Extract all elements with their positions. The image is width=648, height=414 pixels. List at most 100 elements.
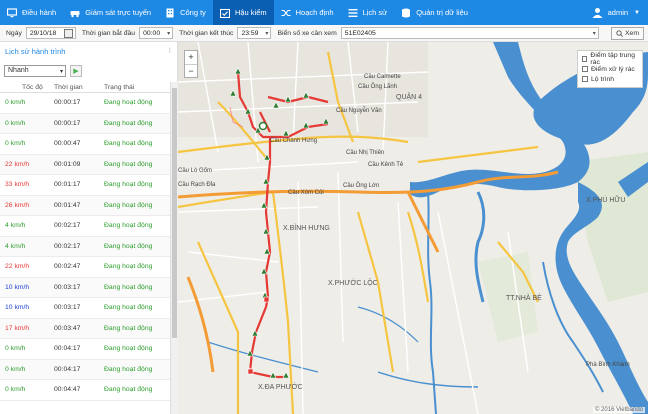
table-row[interactable]: 0 km/h 00:04:47 Đang hoạt động: [0, 380, 170, 401]
nav-lich-su[interactable]: Lịch sử: [341, 0, 395, 25]
speed-cell: 33 km/h: [5, 181, 30, 189]
time-cell: 00:01:09: [54, 160, 81, 168]
time-cell: 00:00:47: [54, 140, 81, 148]
view-button-label: Xem: [625, 30, 639, 37]
speed-cell: 26 km/h: [5, 201, 30, 209]
top-navigation: Điều hành Giám sát trực tuyến Công ty Hậ…: [0, 0, 648, 25]
view-button[interactable]: Xem: [611, 27, 644, 40]
nav-dieu-hanh[interactable]: Điều hành: [0, 0, 63, 25]
filter-bar: Ngày 29/10/18 Thời gian bắt đầu 00:00 ▾ …: [0, 25, 648, 42]
nav-label: Giám sát trực tuyến: [85, 8, 152, 17]
status-cell: Đang hoạt động: [104, 263, 153, 270]
search-icon: [616, 30, 623, 37]
username: admin: [607, 8, 629, 17]
end-time-select[interactable]: 23:59 ▾: [237, 27, 272, 39]
zoom-control: + −: [184, 50, 198, 78]
zoom-out-button[interactable]: −: [185, 64, 197, 77]
map-label: X.BÌNH HƯNG: [283, 225, 330, 232]
map-view[interactable]: QUẬN 4 Cầu Nguyễn Văn Cầu Calmette Cầu Ô…: [178, 42, 648, 414]
table-row[interactable]: 4 km/h 00:02:17 Đang hoạt động: [0, 216, 170, 237]
map-label: Cầu Ông Lớn: [343, 183, 380, 189]
start-time-select[interactable]: 00:00 ▾: [139, 27, 174, 39]
play-icon: ▶: [73, 68, 79, 75]
plate-select[interactable]: 51E02405 ▾: [340, 27, 599, 39]
time-cell: 00:01:17: [54, 181, 81, 189]
table-row[interactable]: 10 km/h 00:03:17 Đang hoạt động: [0, 298, 170, 319]
status-cell: Đang hoạt động: [104, 304, 153, 311]
status-cell: Đang hoạt động: [104, 99, 153, 106]
start-time-label: Thời gian bắt đầu: [81, 29, 136, 37]
car-icon: [70, 10, 80, 17]
speed-cell: 0 km/h: [5, 345, 26, 353]
nav-hoach-dinh[interactable]: Hoạch định: [274, 0, 341, 25]
map-label: X.ĐA PHƯỚC: [258, 384, 303, 391]
status-cell: Đang hoạt động: [104, 365, 153, 373]
nav-cong-ty[interactable]: Công ty: [158, 0, 213, 25]
speed-cell: 0 km/h: [5, 99, 26, 107]
checkbox[interactable]: [582, 56, 588, 62]
status-cell: Đang hoạt động: [104, 119, 153, 127]
nav-quan-tri[interactable]: Quản trị dữ liệu: [394, 0, 475, 25]
column-speed[interactable]: Tốc độ: [0, 82, 52, 92]
status-cell: Đang hoạt động: [104, 201, 153, 209]
nav-label: Điều hành: [22, 8, 57, 17]
map-label: Cầu Kênh Tẻ: [368, 162, 404, 168]
layer-option[interactable]: Điểm tập trung rác: [582, 52, 638, 66]
zoom-in-button[interactable]: +: [185, 51, 197, 64]
table-row[interactable]: 33 km/h 00:01:17 Đang hoạt động: [0, 175, 170, 196]
table-row[interactable]: 10 km/h 00:03:17 Đang hoạt động: [0, 277, 170, 298]
map-label: Cầu Xóm Củi: [288, 190, 324, 196]
start-time-value: 00:00: [143, 29, 161, 37]
date-field[interactable]: 29/10/18: [25, 27, 76, 39]
collapse-icon[interactable]: ⁝: [168, 46, 171, 55]
speed-cell: 0 km/h: [5, 119, 26, 127]
calendar-icon[interactable]: [63, 29, 73, 38]
map-label: X.PHƯỚC LỘC: [328, 280, 378, 287]
table-row[interactable]: 4 km/h 00:02:17 Đang hoạt động: [0, 236, 170, 257]
history-panel: Lịch sử hành trình ⁝ Nhanh ▾ ▶ Tốc độ Th…: [0, 42, 178, 414]
nav-giam-sat[interactable]: Giám sát trực tuyến: [63, 0, 158, 25]
speed-cell: 4 km/h: [5, 222, 26, 230]
chevron-down-icon: ▼: [634, 9, 640, 16]
table-scrollbar[interactable]: [170, 82, 178, 414]
time-cell: 00:04:17: [54, 345, 81, 353]
map-label: Cầu Ông Lãnh: [358, 84, 398, 90]
column-time[interactable]: Thời gian: [52, 82, 102, 92]
speed-cell: 0 km/h: [5, 386, 26, 394]
checkbox[interactable]: [582, 66, 588, 72]
user-menu[interactable]: admin ▼: [592, 7, 648, 18]
nav-label: Lịch sử: [362, 8, 388, 17]
table-row[interactable]: 22 km/h 00:01:09 Đang hoạt động: [0, 154, 170, 175]
plate-label: Biển số xe cần xem: [277, 29, 337, 37]
map-label: Cầu Chánh Hưng: [270, 138, 318, 144]
table-row[interactable]: 0 km/h 00:04:17 Đang hoạt động: [0, 339, 170, 360]
layer-option[interactable]: Lộ trình: [582, 74, 638, 84]
map-label: QUẬN 4: [396, 94, 423, 101]
plate-value: 51E02405: [344, 29, 376, 37]
layer-option[interactable]: Điểm xử lý rác: [582, 64, 638, 74]
playback-speed-select[interactable]: Nhanh ▾: [4, 65, 66, 77]
table-row[interactable]: 0 km/h 00:00:17 Đang hoạt động: [0, 93, 170, 114]
time-cell: 00:01:47: [54, 201, 81, 209]
play-button[interactable]: ▶: [70, 65, 82, 77]
table-row[interactable]: 0 km/h 00:00:47 Đang hoạt động: [0, 134, 170, 155]
time-cell: 00:02:17: [54, 222, 81, 230]
table-row[interactable]: 22 km/h 00:02:47 Đang hoạt động: [0, 257, 170, 278]
checkbox[interactable]: [582, 76, 588, 82]
speed-cell: 17 km/h: [5, 324, 30, 332]
nav-hau-kiem[interactable]: Hậu kiểm: [212, 0, 274, 25]
end-time-label: Thời gian kết thúc: [179, 29, 234, 37]
date-value: 29/10/18: [29, 29, 57, 37]
table-row[interactable]: 0 km/h 00:00:17 Đang hoạt động: [0, 113, 170, 134]
scrollbar-thumb[interactable]: [172, 88, 177, 338]
table-row[interactable]: 17 km/h 00:03:47 Đang hoạt động: [0, 318, 170, 339]
table-row[interactable]: 26 km/h 00:01:47 Đang hoạt động: [0, 195, 170, 216]
column-status[interactable]: Trạng thái: [102, 82, 170, 92]
table-row[interactable]: 0 km/h 00:04:17 Đang hoạt động: [0, 359, 170, 380]
chevron-down-icon: ▾: [592, 31, 596, 37]
status-cell: Đang hoạt động: [104, 222, 153, 229]
speed-value: Nhanh: [8, 67, 29, 74]
database-icon: [402, 8, 411, 17]
time-cell: 00:03:47: [54, 324, 81, 332]
chevron-down-icon: ▾: [167, 31, 171, 37]
